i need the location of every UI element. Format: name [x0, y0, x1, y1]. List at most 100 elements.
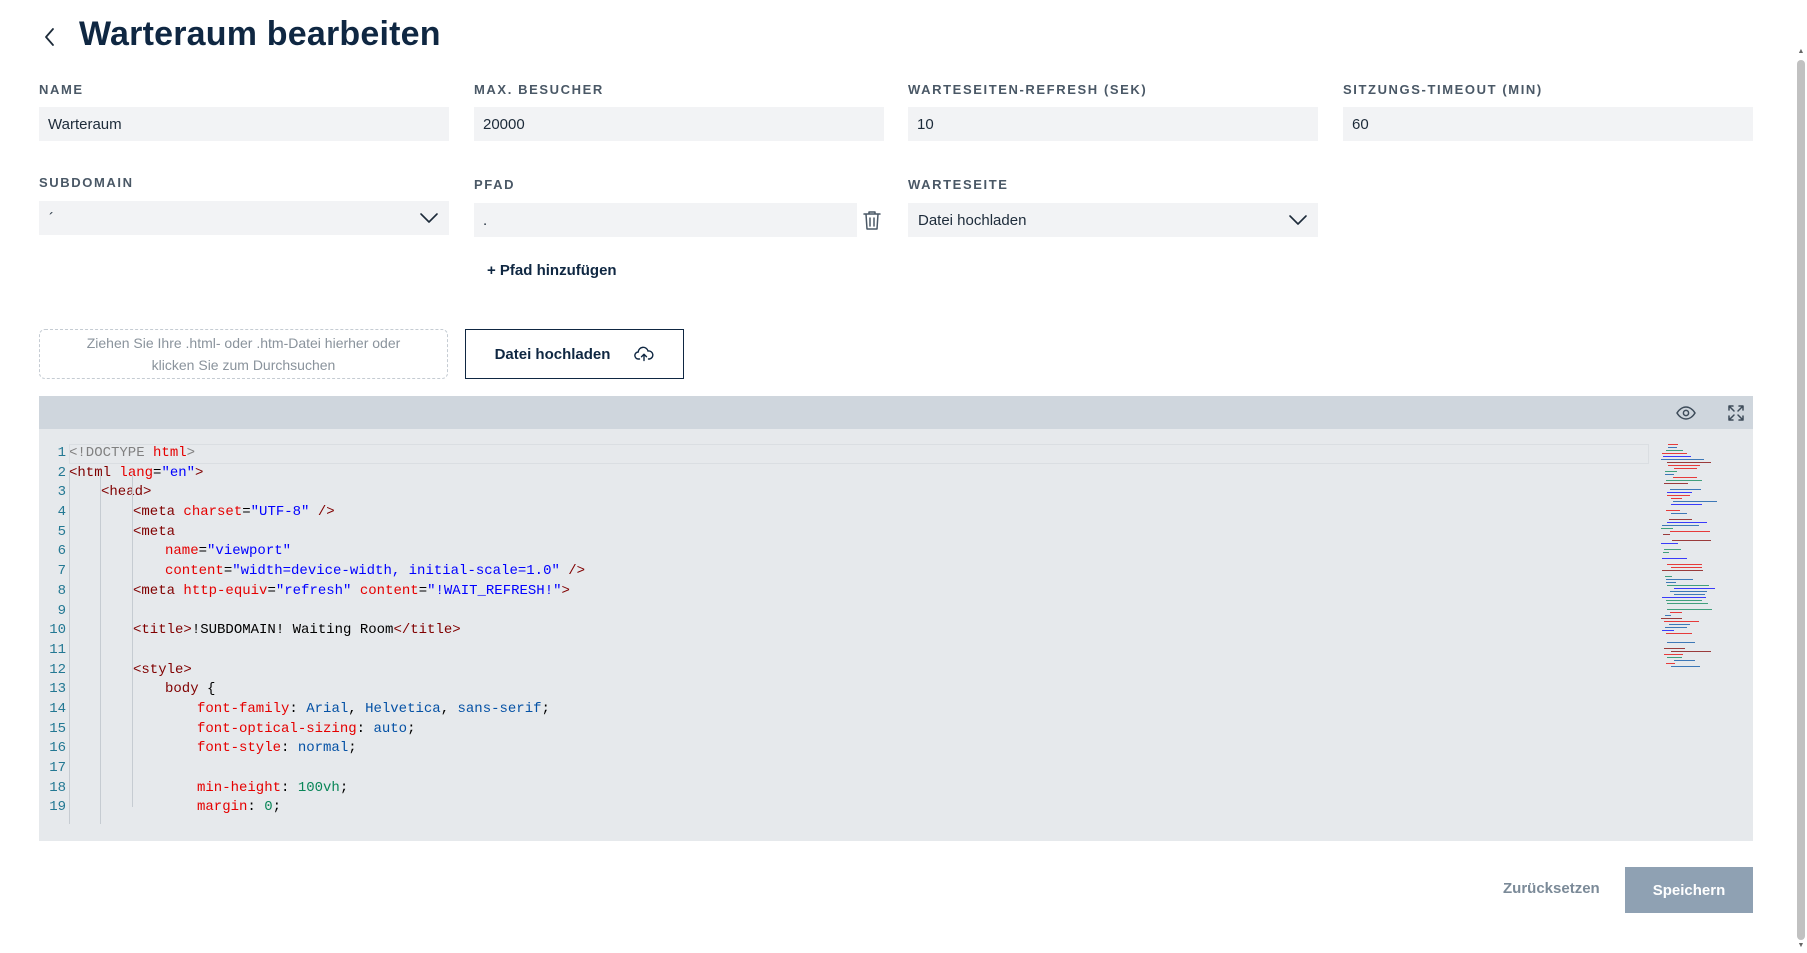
trash-icon	[863, 211, 881, 230]
code-token: content	[165, 563, 224, 580]
minimap-stroke	[1671, 567, 1702, 568]
subdomain-select[interactable]: ´	[39, 201, 449, 235]
line-number: 1	[57, 445, 66, 461]
code-token: :	[289, 700, 307, 717]
minimap-stroke	[1665, 471, 1677, 472]
save-button[interactable]: Speichern	[1625, 867, 1753, 913]
code-text: <title>!SUBDOMAIN! Waiting Room</title>	[133, 621, 461, 641]
code-token: >	[561, 582, 570, 599]
code-text: font-style: normal;	[197, 739, 357, 759]
line-number: 14	[49, 700, 66, 717]
line-number: 7	[57, 563, 66, 580]
minimap-stroke	[1666, 600, 1702, 601]
minimap-stroke	[1664, 621, 1699, 622]
code-token: ;	[272, 799, 282, 816]
back-button[interactable]	[38, 24, 62, 50]
subdomain-value: ´	[49, 209, 54, 227]
code-token: ;	[339, 779, 349, 796]
minimap-stroke	[1663, 534, 1670, 535]
line-number: 3	[57, 484, 66, 501]
scroll-down-arrow[interactable]: ▼	[1797, 942, 1805, 950]
code-token: ;	[541, 700, 550, 717]
file-dropzone[interactable]: Ziehen Sie Ihre .html- oder .htm-Datei h…	[39, 329, 448, 379]
current-line-highlight	[69, 444, 1649, 464]
minimap-stroke	[1667, 585, 1709, 586]
code-token: <html	[69, 464, 120, 481]
minimap-stroke	[1664, 648, 1685, 649]
minimap-stroke	[1662, 630, 1674, 631]
code-editor[interactable]: 1 <!DOCTYPE html> 2 <html lang="en"> 3 <head>…	[39, 429, 1753, 841]
code-token: font-family	[197, 700, 290, 717]
minimap-stroke	[1671, 666, 1700, 667]
line-number: 2	[57, 464, 66, 481]
minimap-stroke	[1667, 642, 1695, 643]
scroll-up-arrow[interactable]: ▲	[1797, 48, 1805, 56]
code-token: font-style	[197, 740, 282, 757]
code-token: <meta	[133, 523, 176, 540]
fullscreen-button[interactable]	[1725, 402, 1747, 424]
minimap-stroke	[1662, 570, 1703, 571]
name-input[interactable]	[39, 107, 449, 141]
code-token: </title>	[393, 622, 461, 639]
code-token: sans-serif	[457, 700, 542, 717]
add-path-button[interactable]: + Pfad hinzufügen	[487, 262, 617, 279]
chevron-down-icon	[1289, 215, 1307, 225]
upload-file-button[interactable]: Datei hochladen	[465, 329, 684, 379]
minimap-stroke	[1662, 558, 1687, 559]
chevron-left-icon	[45, 28, 54, 46]
code-token: min-height	[197, 779, 282, 796]
page-scrollbar[interactable]	[1797, 60, 1805, 940]
minimap-stroke	[1662, 525, 1699, 526]
minimap-stroke	[1669, 519, 1692, 520]
refresh-label: WARTESEITEN-REFRESH (SEK)	[908, 82, 1148, 97]
dropzone-text: Ziehen Sie Ihre .html- oder .htm-Datei h…	[86, 335, 401, 373]
code-token: :	[247, 799, 265, 816]
code-token: =	[267, 582, 276, 599]
minimap-stroke	[1666, 480, 1702, 481]
timeout-label: SITZUNGS-TIMEOUT (MIN)	[1343, 82, 1543, 97]
minimap-stroke	[1670, 591, 1707, 592]
code-token: normal	[297, 740, 349, 757]
code-token: <style>	[133, 661, 192, 678]
minimap-stroke	[1673, 501, 1717, 502]
minimap-stroke	[1661, 618, 1682, 619]
line-number: 6	[57, 543, 66, 560]
code-token: "!WAIT_REFRESH!"	[427, 582, 562, 599]
minimap-stroke	[1670, 531, 1710, 532]
reset-button[interactable]: Zurücksetzen	[1503, 880, 1600, 897]
code-text: <html lang="en">	[69, 464, 203, 484]
preview-button[interactable]	[1675, 402, 1697, 424]
max-visitors-input[interactable]	[474, 107, 884, 141]
minimap-stroke	[1667, 522, 1707, 523]
minimap-stroke	[1667, 462, 1711, 463]
minimap-stroke	[1667, 603, 1708, 604]
refresh-input[interactable]	[908, 107, 1318, 141]
code-token: body	[165, 681, 208, 698]
code-text: <head>	[101, 483, 151, 503]
path-input[interactable]	[474, 203, 857, 237]
timeout-input[interactable]	[1343, 107, 1753, 141]
code-text: name="viewport"	[165, 542, 291, 562]
waiting-page-select[interactable]: Datei hochladen	[908, 203, 1318, 237]
path-label: PFAD	[474, 177, 516, 192]
delete-path-button[interactable]	[862, 209, 882, 231]
code-token: content	[359, 582, 419, 599]
minimap-stroke	[1665, 615, 1671, 616]
indent-guide	[132, 472, 133, 807]
minimap-stroke	[1666, 579, 1693, 580]
minimap-stroke	[1669, 624, 1690, 625]
minimap-stroke	[1673, 477, 1697, 478]
minimap-stroke	[1666, 663, 1675, 664]
code-token: />	[559, 563, 586, 580]
code-token: Helvetica	[365, 700, 441, 717]
minimap-stroke	[1671, 498, 1682, 499]
minimap-stroke	[1667, 609, 1712, 610]
code-minimap[interactable]	[1659, 444, 1749, 674]
code-token: charset	[183, 504, 243, 521]
minimap-stroke	[1674, 594, 1705, 595]
line-number: 16	[49, 740, 66, 757]
upload-button-label: Datei hochladen	[494, 345, 611, 363]
minimap-stroke	[1667, 657, 1682, 658]
minimap-stroke	[1662, 453, 1687, 454]
